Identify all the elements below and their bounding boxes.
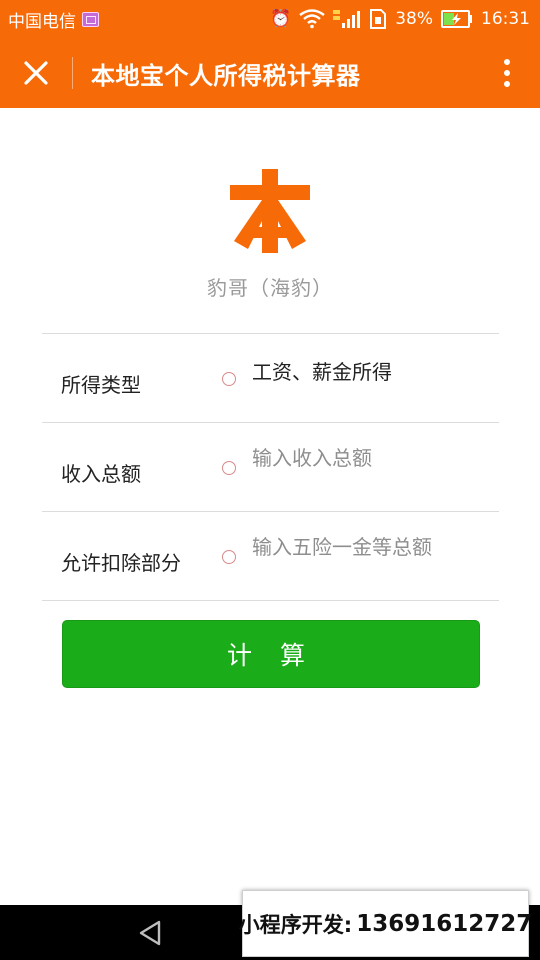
total-income-input[interactable] <box>247 440 487 476</box>
total-income-row: 收入总额 <box>42 423 499 512</box>
close-button[interactable] <box>0 38 72 108</box>
alarm-icon: ⏰ <box>270 8 292 29</box>
calculate-button[interactable]: 计 算 <box>62 620 480 688</box>
author-name: 豹哥（海豹） <box>207 276 333 300</box>
income-type-value[interactable]: 工资、薪金所得 <box>252 356 392 385</box>
battery-percent: 38% <box>395 9 433 29</box>
more-vertical-icon <box>504 59 510 87</box>
promo-banner: 小程序开发: 13691612727 <box>238 890 533 957</box>
income-type-row[interactable]: 所得类型 工资、薪金所得 <box>42 334 499 423</box>
radio-circle-icon <box>222 550 236 564</box>
radio-circle-icon[interactable] <box>222 372 236 386</box>
deduction-row: 允许扣除部分 <box>42 512 499 601</box>
total-income-label: 收入总额 <box>61 461 141 486</box>
cellular-signal-icon <box>333 8 361 30</box>
tax-form: 所得类型 工资、薪金所得 收入总额 允许扣除部分 <box>42 333 499 601</box>
logo-area <box>0 165 540 255</box>
clock: 16:31 <box>481 9 530 29</box>
back-nav-button[interactable] <box>132 917 168 949</box>
close-icon <box>24 61 48 85</box>
status-left: 中国电信 <box>8 7 99 32</box>
wifi-icon <box>299 9 325 29</box>
app-bar: 本地宝个人所得税计算器 <box>0 38 540 108</box>
status-right: ⏰ 38% 16:31 <box>270 8 530 30</box>
income-type-label: 所得类型 <box>61 372 141 397</box>
battery-charging-icon <box>441 10 473 28</box>
status-bar: 中国电信 ⏰ 38% 16:31 <box>0 0 540 38</box>
more-options-button[interactable] <box>474 38 540 108</box>
deduction-label: 允许扣除部分 <box>61 550 181 575</box>
sim-card-icon <box>369 8 387 30</box>
carrier-name: 中国电信 <box>8 11 76 32</box>
promo-label: 小程序开发: <box>238 912 353 937</box>
back-triangle-icon <box>139 920 161 946</box>
promo-phone: 13691612727 <box>356 910 533 937</box>
radio-circle-icon <box>222 461 236 475</box>
deduction-input[interactable] <box>247 529 487 565</box>
app-logo <box>228 165 312 255</box>
page-title: 本地宝个人所得税计算器 <box>91 61 361 90</box>
gallery-notification-icon <box>82 11 99 27</box>
